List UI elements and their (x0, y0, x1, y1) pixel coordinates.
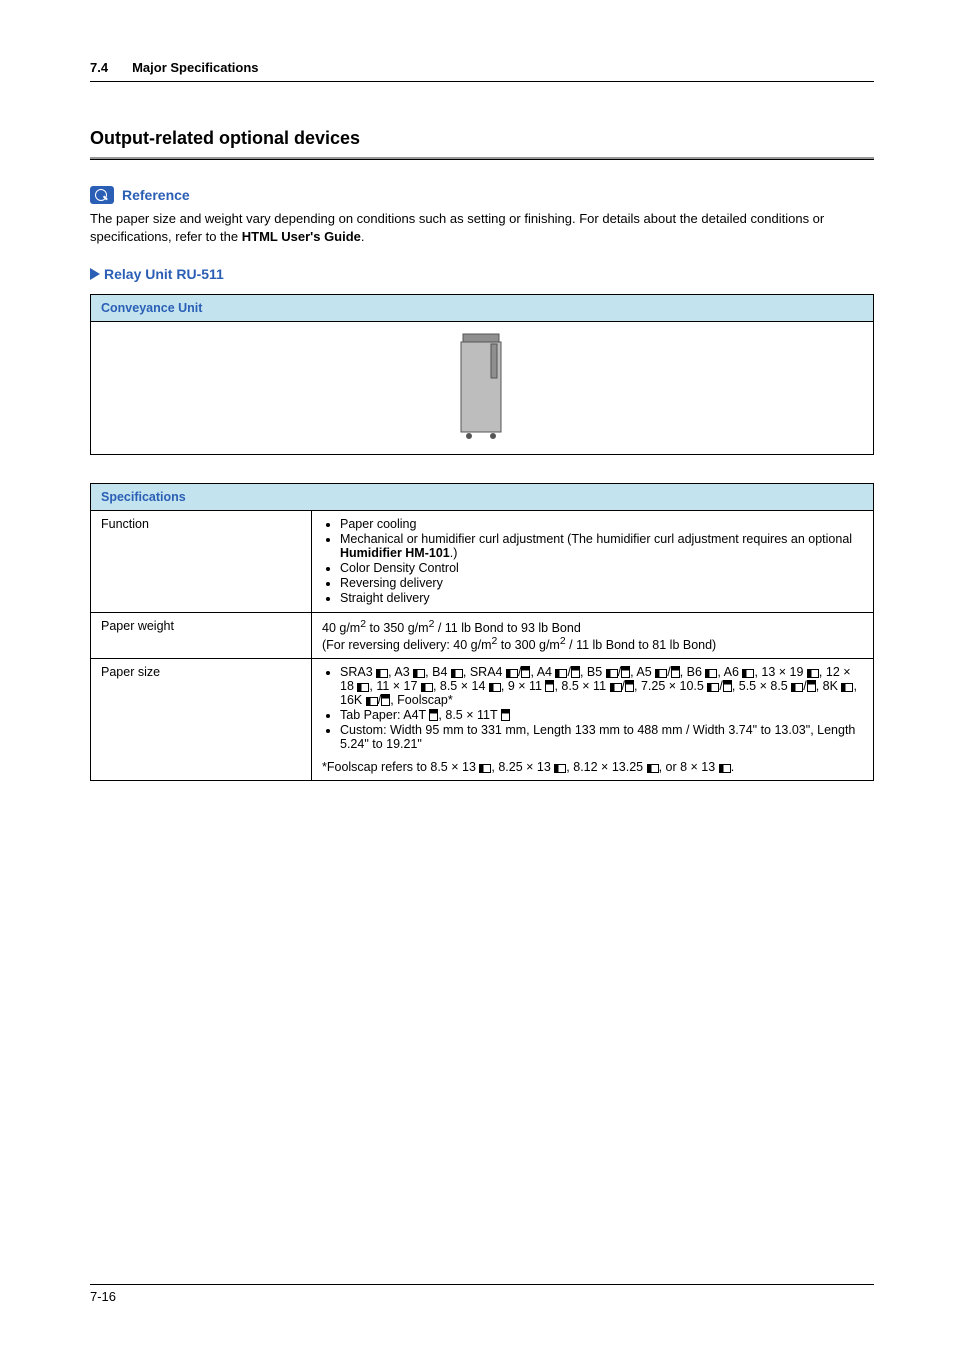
section-title: Major Specifications (132, 60, 258, 75)
spec-value: SRA3 , A3 , B4 , SRA4 /, A4 /, B5 /, A5 … (312, 658, 874, 780)
footnote: *Foolscap refers to 8.5 × 13 , 8.25 × 13… (322, 760, 863, 774)
list-item: SRA3 , A3 , B4 , SRA4 /, A4 /, B5 /, A5 … (340, 665, 863, 707)
spec-label: Function (91, 511, 312, 613)
landscape-icon (647, 764, 659, 773)
portrait-icon (723, 680, 732, 692)
reference-text-end: . (361, 229, 365, 244)
text: to 350 g/m (366, 622, 429, 636)
landscape-icon (742, 669, 754, 678)
magnifier-icon (90, 186, 114, 204)
portrait-icon (621, 666, 630, 678)
landscape-icon (707, 683, 719, 692)
portrait-icon (429, 709, 438, 721)
header-rule (90, 81, 874, 82)
spec-label: Paper size (91, 658, 312, 780)
landscape-icon (413, 669, 425, 678)
conveyance-table: Conveyance Unit (90, 294, 874, 455)
conveyance-header: Conveyance Unit (91, 295, 874, 322)
landscape-icon (655, 669, 667, 678)
landscape-icon (555, 669, 567, 678)
landscape-icon (479, 764, 491, 773)
landscape-icon (376, 669, 388, 678)
text: (For reversing delivery: 40 g/m (322, 638, 492, 652)
landscape-icon (506, 669, 518, 678)
portrait-icon (671, 666, 680, 678)
spec-value: 40 g/m2 to 350 g/m2 / 11 lb Bond to 93 l… (312, 613, 874, 658)
list-item: Straight delivery (340, 591, 863, 605)
sub-heading: Relay Unit RU-511 (90, 266, 874, 282)
text: 40 g/m (322, 622, 360, 636)
landscape-icon (841, 683, 853, 692)
spec-label: Paper weight (91, 613, 312, 658)
portrait-icon (381, 694, 390, 706)
reference-body: The paper size and weight vary depending… (90, 210, 874, 246)
landscape-icon (807, 669, 819, 678)
reference-text: The paper size and weight vary depending… (90, 211, 824, 244)
spec-header: Specifications (91, 484, 874, 511)
text: .) (450, 546, 458, 560)
page-number: 7-16 (90, 1289, 874, 1304)
spec-value: Paper cooling Mechanical or humidifier c… (312, 511, 874, 613)
text: Mechanical or humidifier curl adjustment… (340, 532, 852, 546)
portrait-icon (571, 666, 580, 678)
list-item: Tab Paper: A4T , 8.5 × 11T (340, 708, 863, 722)
landscape-icon (606, 669, 618, 678)
reference-label: Reference (122, 187, 190, 203)
portrait-icon (521, 666, 530, 678)
sub-heading-text: Relay Unit RU-511 (104, 266, 224, 282)
page-footer: 7-16 (90, 1284, 874, 1304)
text: / 11 lb Bond to 93 lb Bond (434, 622, 580, 636)
list-item: Custom: Width 95 mm to 331 mm, Length 13… (340, 723, 863, 751)
landscape-icon (489, 683, 501, 692)
section-number: 7.4 (90, 60, 108, 75)
reference-bold: HTML User's Guide (242, 229, 361, 244)
landscape-icon (366, 697, 378, 706)
list-item: Paper cooling (340, 517, 863, 531)
text: / 11 lb Bond to 81 lb Bond) (566, 638, 717, 652)
landscape-icon (554, 764, 566, 773)
landscape-icon (421, 683, 433, 692)
relay-unit-icon (457, 332, 507, 442)
portrait-icon (545, 680, 554, 692)
portrait-icon (807, 680, 816, 692)
list-item: Color Density Control (340, 561, 863, 575)
list-item: Reversing delivery (340, 576, 863, 590)
landscape-icon (451, 669, 463, 678)
section-underline (90, 157, 874, 160)
landscape-icon (357, 683, 369, 692)
text: to 300 g/m (497, 638, 560, 652)
section-heading: Output-related optional devices (90, 128, 874, 149)
specifications-table: Specifications Function Paper cooling Me… (90, 483, 874, 780)
conveyance-image-cell (91, 322, 874, 455)
portrait-icon (501, 709, 510, 721)
landscape-icon (791, 683, 803, 692)
portrait-icon (625, 680, 634, 692)
running-header: 7.4 Major Specifications (90, 60, 874, 75)
landscape-icon (610, 683, 622, 692)
text-bold: Humidifier HM-101 (340, 546, 450, 560)
landscape-icon (719, 764, 731, 773)
landscape-icon (705, 669, 717, 678)
list-item: Mechanical or humidifier curl adjustment… (340, 532, 863, 560)
triangle-icon (90, 268, 100, 280)
